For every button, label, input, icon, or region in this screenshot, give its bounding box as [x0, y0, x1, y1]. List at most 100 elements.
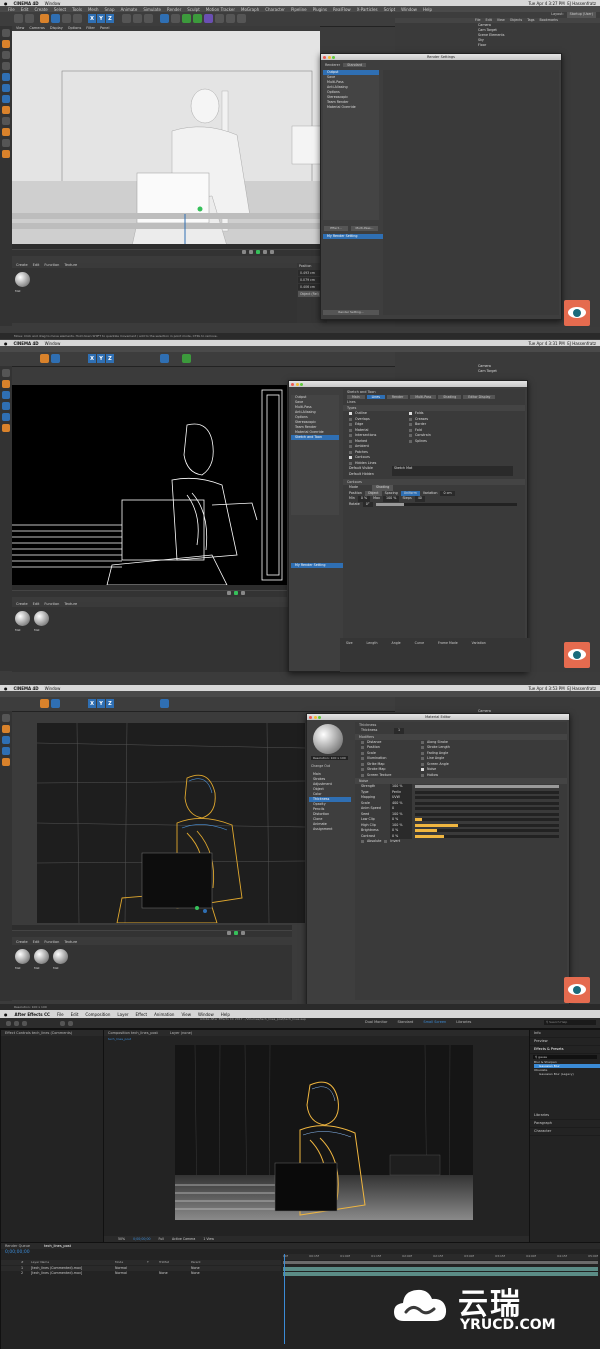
undo-icon[interactable] — [14, 14, 23, 23]
tab-lines[interactable]: Lines — [366, 395, 385, 399]
viewport[interactable] — [12, 385, 287, 585]
timecode-display[interactable]: 0;00;00;00 — [5, 1250, 30, 1255]
timeline[interactable] — [12, 925, 292, 937]
z-axis-button[interactable]: Z — [106, 699, 114, 708]
view-layout-dropdown[interactable]: 1 View — [203, 1237, 214, 1241]
menu-edit[interactable]: Edit — [71, 1012, 79, 1017]
menu-file[interactable]: File — [57, 1012, 64, 1017]
rs-item-sketch-toon[interactable]: Sketch and Toon — [291, 435, 339, 440]
apple-icon[interactable]: ● — [4, 1, 8, 6]
menu-character[interactable]: Character — [265, 7, 285, 12]
minimize-icon[interactable] — [313, 715, 317, 719]
channel-assignment[interactable]: Assignment — [309, 827, 351, 832]
render-setting-footer-button[interactable]: Render Setting... — [323, 310, 379, 315]
tab-render[interactable]: Render — [386, 395, 409, 399]
layer-row[interactable]: 2 [tech_lines (Commented).mov] Normal No… — [1, 1271, 281, 1276]
window-menu[interactable]: Window — [45, 341, 61, 346]
menu-simulate[interactable]: Simulate — [143, 7, 161, 12]
coord-variation[interactable]: Variation — [472, 641, 486, 645]
zoom-tool-icon[interactable] — [22, 1021, 27, 1026]
menu-snap[interactable]: Snap — [104, 7, 114, 12]
app-title[interactable]: CINEMA 4D — [14, 686, 39, 691]
next-frame-icon[interactable] — [241, 931, 245, 935]
snap-icon[interactable] — [2, 424, 10, 432]
resolution-dropdown[interactable]: Full — [159, 1237, 164, 1241]
timeline-ruler[interactable] — [12, 925, 292, 931]
user-name[interactable]: EJ Hassenfratz — [567, 1, 596, 6]
rs-item-material-override[interactable]: Material Override — [323, 105, 379, 110]
make-editable-icon[interactable] — [2, 714, 10, 722]
prev-frame-icon[interactable] — [227, 591, 231, 595]
select-icon[interactable] — [40, 14, 49, 23]
prev-frame-icon[interactable] — [249, 250, 253, 254]
dialog-titlebar[interactable]: Render Settings — [321, 54, 561, 60]
noise-param-slider[interactable] — [415, 790, 559, 794]
search-help-input[interactable]: ⚲ Search Help — [544, 1020, 596, 1025]
menu-sculpt[interactable]: Sculpt — [187, 7, 200, 12]
window-menu[interactable]: Window — [45, 1, 61, 6]
mat-menu-create[interactable]: Create — [16, 602, 28, 607]
app-title[interactable]: After Effects CC — [15, 1012, 50, 1017]
rotate-field[interactable]: 0° — [362, 501, 373, 507]
invert-checkbox[interactable] — [384, 840, 388, 844]
layout-dropdown[interactable]: Startup (User) — [566, 12, 596, 18]
user-name[interactable]: EJ Hassenfratz — [567, 341, 596, 346]
y-axis-button[interactable]: Y — [97, 14, 105, 23]
scale-icon[interactable] — [62, 14, 71, 23]
next-frame-icon[interactable] — [263, 250, 267, 254]
layer-trkmat-dropdown[interactable]: None — [159, 1271, 187, 1276]
om-menu-tags[interactable]: Tags — [527, 18, 534, 23]
close-icon[interactable] — [309, 715, 312, 719]
light-icon[interactable] — [237, 14, 246, 23]
composition-tab[interactable]: Composition tech_lines_post — [108, 1030, 158, 1036]
play-icon[interactable] — [234, 591, 238, 595]
thickness-field[interactable]: 1 — [394, 728, 405, 734]
max-field[interactable]: 100 % — [382, 496, 400, 502]
info-panel-tab[interactable]: Info — [530, 1030, 600, 1038]
multipass-button[interactable]: Multi-Pass... — [351, 226, 378, 231]
noise-param-slider[interactable] — [415, 812, 559, 816]
mat-menu-edit[interactable]: Edit — [33, 602, 40, 607]
noise-param-slider[interactable] — [415, 801, 559, 805]
model-mode-icon[interactable] — [2, 725, 10, 733]
user-name[interactable]: EJ Hassenfratz — [567, 686, 596, 691]
dialog-titlebar[interactable] — [289, 381, 527, 387]
menu-help[interactable]: Help — [221, 1012, 230, 1017]
model-mode-icon[interactable] — [2, 40, 10, 48]
render-settings-icon[interactable] — [144, 14, 153, 23]
apple-icon[interactable]: ● — [4, 686, 8, 691]
workspace-dual-monitor[interactable]: Dual Monitor — [365, 1020, 387, 1024]
minimize-icon[interactable] — [295, 382, 299, 386]
apple-icon[interactable]: ● — [4, 341, 8, 346]
floor-icon[interactable] — [215, 14, 224, 23]
timeline[interactable] — [12, 585, 287, 597]
z-axis-button[interactable]: Z — [106, 354, 114, 363]
menu-tools[interactable]: Tools — [72, 7, 82, 12]
noise-param-slider[interactable] — [415, 829, 559, 833]
default-hidden-field[interactable] — [392, 472, 513, 477]
texture-mode-icon[interactable] — [2, 51, 10, 59]
tab-editor-display[interactable]: Editor Display — [463, 395, 496, 399]
menu-help[interactable]: Help — [423, 7, 432, 12]
menu-edit[interactable]: Edit — [21, 7, 29, 12]
mat-menu-create[interactable]: Create — [16, 940, 28, 945]
selection-tool-icon[interactable] — [6, 1021, 11, 1026]
window-menu[interactable]: Window — [45, 686, 61, 691]
text-tool-icon[interactable] — [68, 1021, 73, 1026]
noise-param-slider[interactable] — [415, 796, 559, 800]
menu-create[interactable]: Create — [34, 7, 47, 12]
layer-mode-dropdown[interactable]: Normal — [115, 1271, 143, 1276]
points-mode-icon[interactable] — [2, 391, 10, 399]
menu-file[interactable]: File — [8, 7, 15, 12]
current-time[interactable]: 0;00;00;00 — [133, 1237, 150, 1241]
timeline-comp-tab[interactable]: tech_lines_post — [44, 1243, 71, 1249]
mod-hollow[interactable]: Hollow — [415, 773, 475, 779]
noise-param-slider[interactable] — [415, 823, 559, 827]
snap-icon[interactable] — [2, 128, 10, 136]
paragraph-panel-tab[interactable]: Paragraph — [530, 1120, 600, 1128]
render-preset-item[interactable]: My Render Setting — [291, 563, 343, 568]
tweak-icon[interactable] — [2, 117, 10, 125]
menu-realflow[interactable]: RealFlow — [333, 7, 351, 12]
render-preset-item[interactable]: My Render Setting — [323, 234, 383, 239]
noise-param-slider[interactable] — [415, 807, 559, 811]
